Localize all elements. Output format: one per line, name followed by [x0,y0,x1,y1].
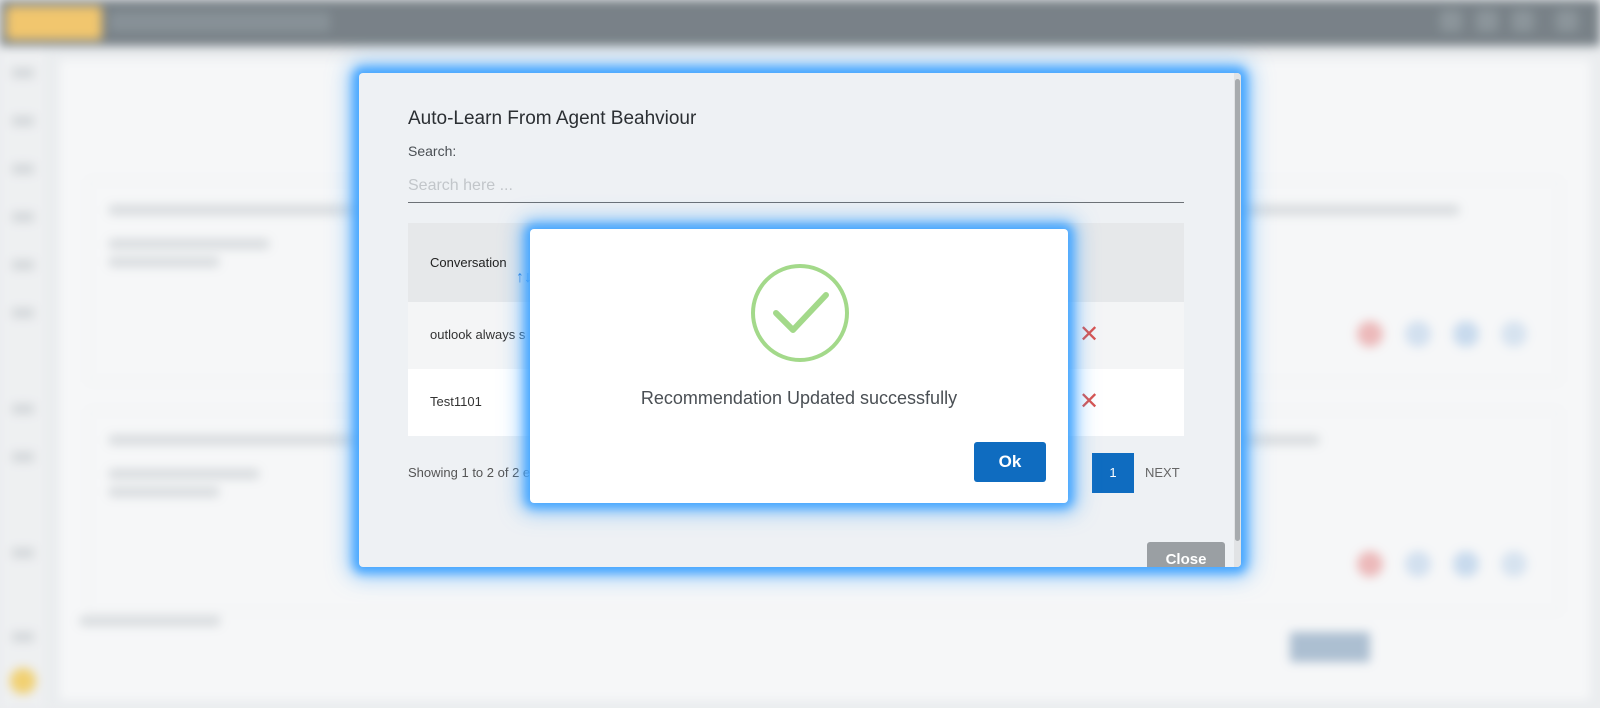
column-header-conversation[interactable]: Conversation [430,255,507,270]
search-label: Search: [408,143,457,159]
delete-icon[interactable]: ✕ [1079,320,1099,349]
close-button[interactable]: Close [1147,542,1225,567]
pagination-next[interactable]: NEXT [1145,465,1180,480]
search-input[interactable] [408,170,1184,203]
delete-icon[interactable]: ✕ [1079,387,1099,416]
pagination-page-1[interactable]: 1 [1092,453,1134,493]
success-message: Recommendation Updated successfully [640,388,958,408]
ok-button[interactable]: Ok [974,442,1046,482]
success-check-icon [751,264,849,362]
modal-scrollbar-thumb[interactable] [1235,79,1240,541]
modal-title: Auto-Learn From Agent Beahviour [408,108,697,129]
conversation-cell: outlook always s [430,327,526,342]
conversation-cell: Test1101 [430,394,482,409]
showing-entries-text: Showing 1 to 2 of 2 e [408,465,531,480]
success-dialog: Recommendation Updated successfully Ok [530,229,1068,503]
